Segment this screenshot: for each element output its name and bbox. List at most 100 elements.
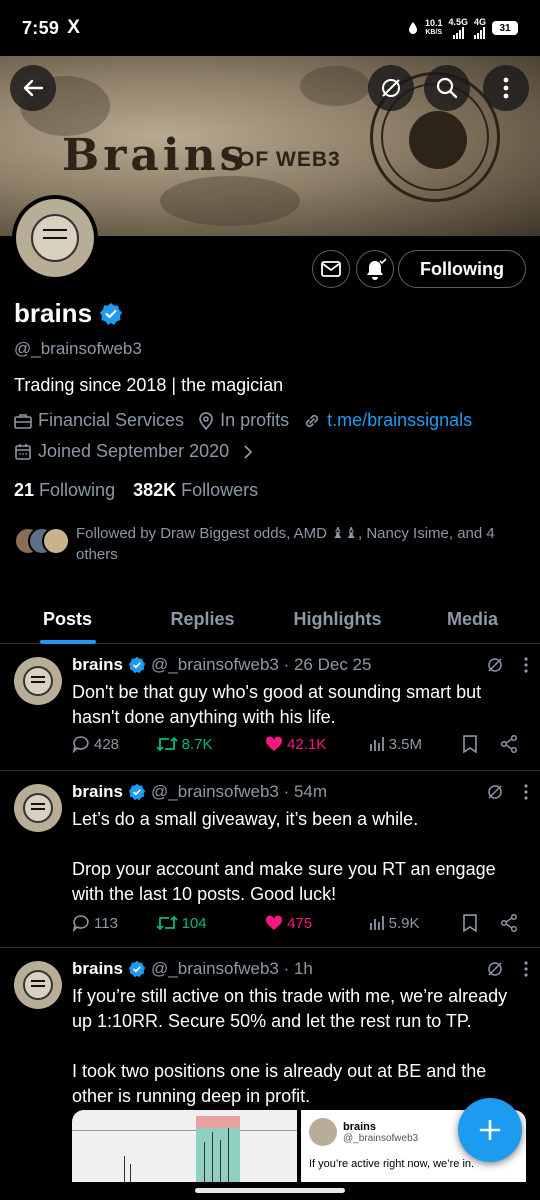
- message-button[interactable]: [312, 250, 350, 288]
- post-author-name: brains: [72, 782, 124, 801]
- heart-filled-icon: [266, 915, 283, 930]
- notifications-button[interactable]: [356, 250, 394, 288]
- more-vertical-icon[interactable]: [524, 657, 528, 673]
- grok-icon[interactable]: [486, 656, 504, 674]
- profile-joined: Joined September 2020: [38, 441, 230, 461]
- grok-icon: [382, 79, 400, 97]
- reply-icon: [72, 915, 89, 932]
- trade-chart-image[interactable]: [72, 1110, 297, 1182]
- following-count-link[interactable]: 21 Following: [14, 480, 115, 501]
- follow-counts: 21 Following 382K Followers: [14, 480, 526, 501]
- profile-joined-row[interactable]: Joined September 2020: [14, 441, 526, 462]
- link-icon: [306, 414, 319, 427]
- status-indicators: 10.1 KB/S 4.5G 4G 31: [407, 17, 518, 39]
- post-author-name: brains: [72, 959, 124, 978]
- views-chart-icon: [369, 737, 384, 751]
- profile-handle: @_brainsofweb3: [14, 339, 142, 358]
- grok-icon[interactable]: [486, 960, 504, 978]
- post-actions: 428 8.7K 42.1K 3.5M: [72, 735, 518, 753]
- post[interactable]: brains @_brainsofweb3 · 54m Let’s do a s…: [0, 772, 540, 948]
- profile-link[interactable]: t.me/brainssignals: [327, 410, 472, 431]
- reply-button[interactable]: 428: [72, 735, 156, 753]
- views-chart-icon: [369, 916, 384, 930]
- post-text: Let’s do a small giveaway, it’s been a w…: [72, 809, 496, 904]
- reply-button[interactable]: 113: [72, 914, 156, 932]
- repost-button[interactable]: 8.7K: [155, 736, 265, 753]
- share-icon[interactable]: [500, 735, 518, 753]
- search-icon: [436, 77, 458, 99]
- profile-avatar[interactable]: [12, 195, 98, 281]
- banner-brand-sub: OF WEB3: [238, 148, 341, 171]
- post-meta: @_brainsofweb3 · 26 Dec 25: [151, 655, 372, 674]
- post-actions: 113 104 475 5.9K: [72, 914, 518, 932]
- more-button[interactable]: [483, 65, 529, 111]
- post-meta: @_brainsofweb3 · 1h: [151, 959, 313, 978]
- followed-by[interactable]: Followed by Draw Biggest odds, AMD ♝♝, N…: [14, 523, 526, 565]
- back-button[interactable]: [10, 65, 56, 111]
- tab-posts[interactable]: Posts: [0, 596, 135, 643]
- views-button[interactable]: 5.9K: [369, 915, 463, 932]
- post-avatar[interactable]: [14, 961, 62, 1009]
- home-indicator[interactable]: [195, 1188, 345, 1193]
- more-vertical-icon[interactable]: [524, 961, 528, 977]
- share-icon[interactable]: [500, 914, 518, 932]
- repost-icon: [155, 915, 178, 931]
- post[interactable]: brains @_brainsofweb3 · 26 Dec 25 Don't …: [0, 645, 540, 771]
- following-button[interactable]: Following: [398, 250, 526, 288]
- plus-icon: [479, 1119, 501, 1141]
- views-button[interactable]: 3.5M: [369, 736, 463, 753]
- verified-badge-icon: [128, 960, 146, 978]
- post-text: If you’re still active on this trade wit…: [72, 986, 508, 1106]
- post-author-name: brains: [72, 655, 124, 674]
- profile-info: brains @_brainsofweb3 Trading since 2018…: [14, 298, 526, 565]
- location-pin-icon: [199, 411, 213, 430]
- post-avatar[interactable]: [14, 657, 62, 705]
- grok-icon[interactable]: [486, 783, 504, 801]
- post-meta: @_brainsofweb3 · 54m: [151, 782, 328, 801]
- search-button[interactable]: [424, 65, 470, 111]
- profile-name: brains: [14, 298, 93, 328]
- quote-name: brains: [343, 1120, 377, 1133]
- battery-icon: 31: [492, 21, 518, 35]
- post-avatar[interactable]: [14, 784, 62, 832]
- quote-handle: @_brainsofweb3: [343, 1132, 419, 1144]
- tab-highlights[interactable]: Highlights: [270, 596, 405, 643]
- verified-badge-icon[interactable]: [99, 302, 123, 326]
- calendar-icon: [15, 443, 31, 460]
- followers-count-link[interactable]: 382K Followers: [133, 480, 258, 501]
- more-vertical-icon: [503, 77, 509, 99]
- status-bar: 7:59 X 10.1 KB/S 4.5G 4G 31: [0, 0, 540, 56]
- tab-replies[interactable]: Replies: [135, 596, 270, 643]
- grok-button[interactable]: [368, 65, 414, 111]
- tab-media[interactable]: Media: [405, 596, 540, 643]
- banner-brand: Brains: [62, 130, 249, 181]
- more-vertical-icon[interactable]: [524, 784, 528, 800]
- like-button[interactable]: 42.1K: [265, 736, 369, 753]
- like-button[interactable]: 475: [265, 915, 369, 932]
- status-time: 7:59: [22, 17, 60, 38]
- reply-icon: [72, 736, 89, 753]
- compose-button[interactable]: [458, 1098, 522, 1162]
- arrow-left-icon: [23, 79, 44, 97]
- signal-bars-icon: [452, 26, 464, 39]
- post-media[interactable]: brains @_brainsofweb3 If you’re active r…: [72, 1110, 526, 1182]
- profile-bio: Trading since 2018 | the magician: [14, 375, 284, 395]
- followed-by-avatars: [14, 527, 70, 557]
- x-logo-icon: X: [67, 17, 80, 38]
- followed-by-text: Followed by Draw Biggest odds, AMD ♝♝, N…: [76, 525, 495, 563]
- quote-avatar: [309, 1118, 337, 1146]
- verified-badge-icon: [128, 656, 146, 674]
- bookmark-icon[interactable]: [462, 735, 478, 753]
- data-saver-icon: [408, 22, 417, 34]
- avatar-face: [31, 214, 79, 262]
- signal-bars-icon: [474, 26, 486, 39]
- verified-badge-icon: [128, 783, 146, 801]
- repost-icon: [155, 736, 178, 752]
- post-text: Don't be that guy who's good at sounding…: [72, 682, 482, 727]
- heart-filled-icon: [266, 736, 283, 751]
- bookmark-icon[interactable]: [462, 914, 478, 932]
- chevron-right-icon: [244, 444, 253, 459]
- briefcase-icon: [14, 413, 32, 429]
- repost-button[interactable]: 104: [155, 915, 265, 932]
- net-speed: 10.1 KB/S: [424, 18, 443, 37]
